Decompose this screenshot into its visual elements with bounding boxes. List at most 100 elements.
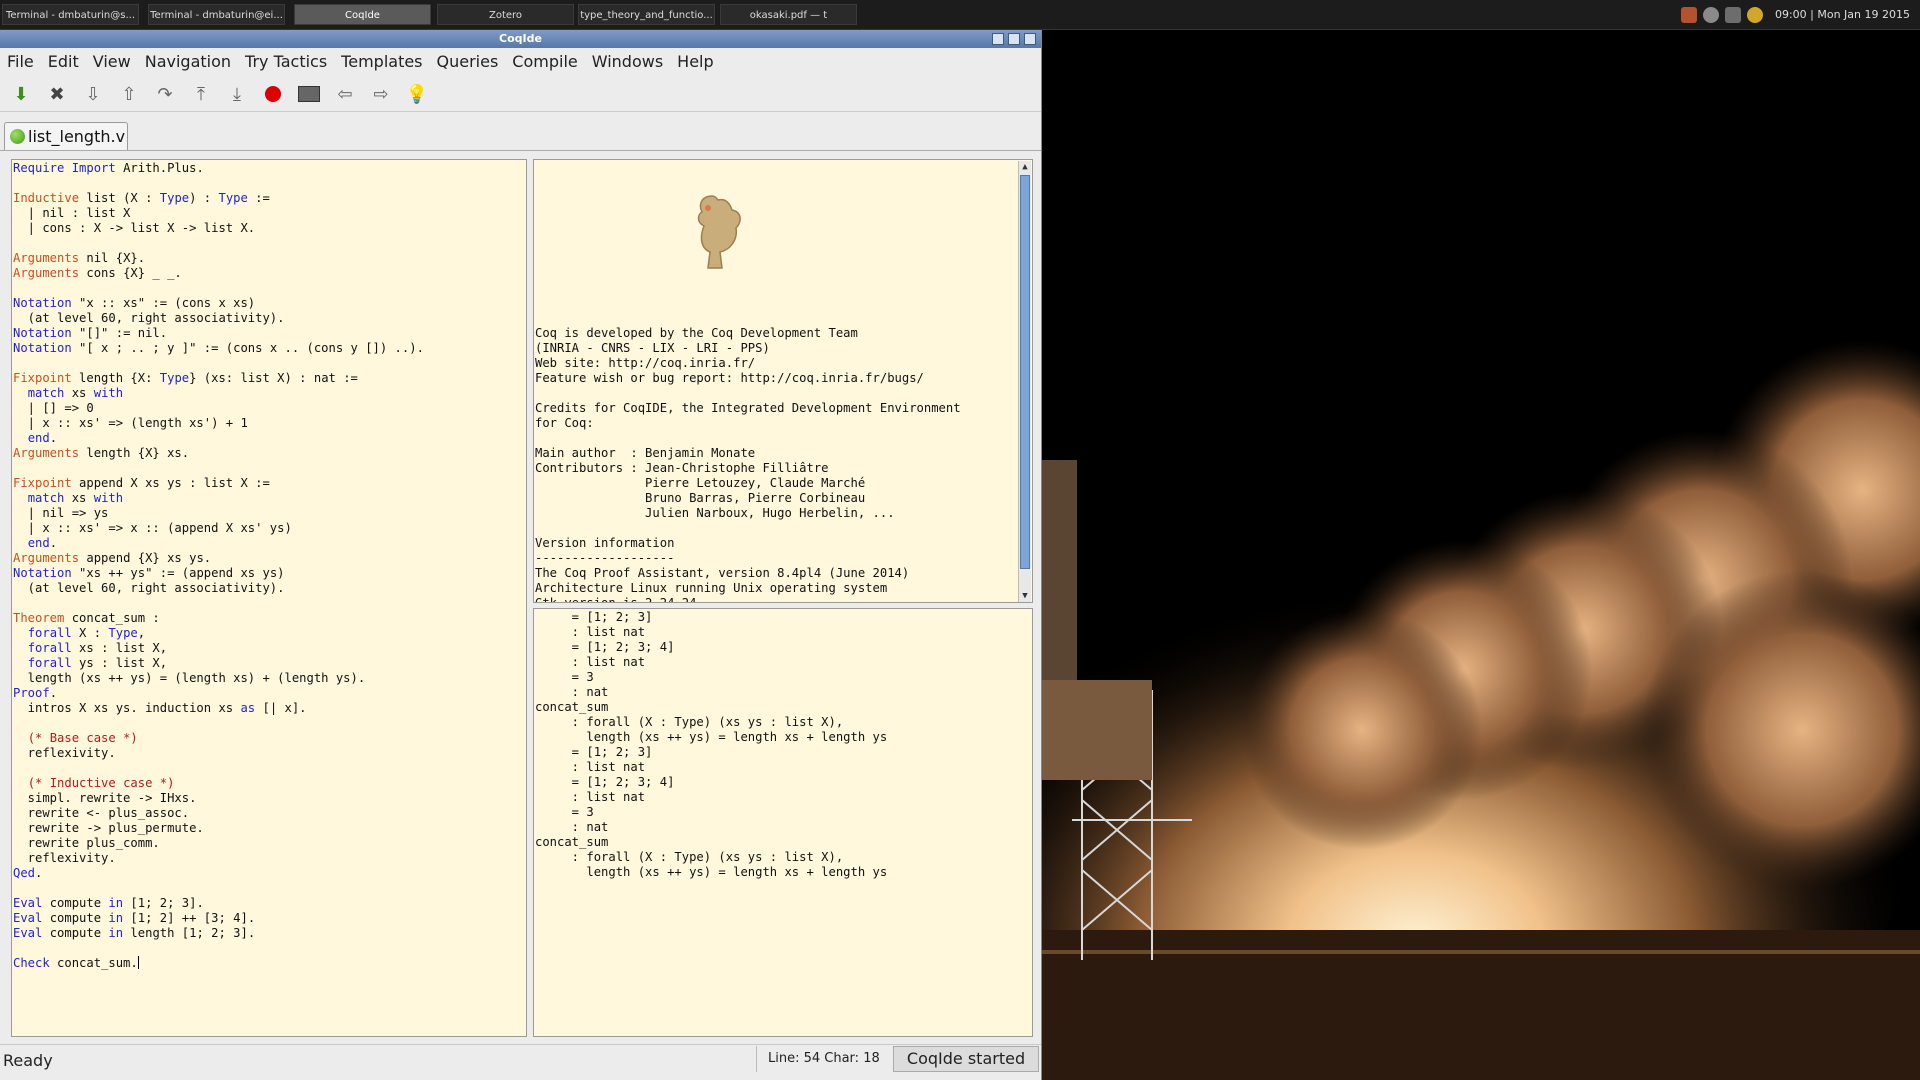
script-line[interactable]: Arguments length {X} xs.	[13, 446, 526, 461]
script-line[interactable]: end.	[13, 536, 526, 551]
script-line[interactable]: (* Base case *)	[13, 731, 526, 746]
script-line[interactable]: match xs with	[13, 491, 526, 506]
script-line[interactable]	[13, 356, 526, 371]
minimize-button[interactable]	[992, 33, 1004, 45]
script-line[interactable]: rewrite plus_comm.	[13, 836, 526, 851]
script-line[interactable]: (* Inductive case *)	[13, 776, 526, 791]
script-line[interactable]: Qed.	[13, 866, 526, 881]
script-line[interactable]: rewrite <- plus_assoc.	[13, 806, 526, 821]
script-line[interactable]: Arguments nil {X}.	[13, 251, 526, 266]
script-line[interactable]	[13, 596, 526, 611]
script-line[interactable]: | nil : list X	[13, 206, 526, 221]
script-line[interactable]: Eval compute in [1; 2; 3].	[13, 896, 526, 911]
script-line[interactable]: Proof.	[13, 686, 526, 701]
goals-pane[interactable]: = [1; 2; 3] : list nat = [1; 2; 3; 4] : …	[533, 608, 1033, 1037]
taskbar-item-terminal-2[interactable]: Terminal - dmbaturin@ei...	[148, 4, 285, 25]
go-to-cursor-icon[interactable]: ↷	[154, 83, 176, 105]
go-to-end-icon[interactable]: ⤓	[226, 83, 248, 105]
messages-scrollbar[interactable]: ▲ ▼	[1018, 161, 1031, 602]
script-line[interactable]: | cons : X -> list X -> list X.	[13, 221, 526, 236]
script-line[interactable]: Notation "x :: xs" := (cons x xs)	[13, 296, 526, 311]
script-line[interactable]: Arguments cons {X} _ _.	[13, 266, 526, 281]
close-icon[interactable]: ✖	[46, 83, 68, 105]
backward-one-icon[interactable]: ⇧	[118, 83, 140, 105]
taskbar-item-coqide[interactable]: CoqIde	[294, 4, 431, 25]
script-line[interactable]: Check concat_sum.	[13, 956, 526, 971]
tab-list-length[interactable]: list_length.v	[4, 122, 128, 150]
script-line[interactable]	[13, 461, 526, 476]
script-line[interactable]: length (xs ++ ys) = (length xs) + (lengt…	[13, 671, 526, 686]
script-line[interactable]: end.	[13, 431, 526, 446]
script-line[interactable]: forall ys : list X,	[13, 656, 526, 671]
taskbar-item-zotero[interactable]: Zotero	[437, 4, 574, 25]
messages-pane[interactable]: Coq is developed by the Coq Development …	[533, 159, 1033, 603]
script-line[interactable]: forall xs : list X,	[13, 641, 526, 656]
menu-file[interactable]: File	[0, 50, 41, 74]
script-line[interactable]: Require Import Arith.Plus.	[13, 161, 526, 176]
scroll-down-icon[interactable]: ▼	[1020, 590, 1030, 602]
clock[interactable]: 09:00 | Mon Jan 19 2015	[1775, 8, 1910, 21]
save-icon[interactable]: ⬇	[10, 83, 32, 105]
network-icon[interactable]	[1702, 6, 1719, 23]
script-line[interactable]: Notation "xs ++ ys" := (append xs ys)	[13, 566, 526, 581]
update-icon[interactable]	[1680, 6, 1697, 23]
script-line[interactable]	[13, 236, 526, 251]
menu-try-tactics[interactable]: Try Tactics	[238, 50, 334, 74]
script-line[interactable]: reflexivity.	[13, 746, 526, 761]
script-line[interactable]: Eval compute in length [1; 2; 3].	[13, 926, 526, 941]
script-line[interactable]: Fixpoint length {X: Type} (xs: list X) :…	[13, 371, 526, 386]
script-line[interactable]	[13, 176, 526, 191]
script-line[interactable]: rewrite -> plus_permute.	[13, 821, 526, 836]
forward-one-icon[interactable]: ⇩	[82, 83, 104, 105]
script-line[interactable]: reflexivity.	[13, 851, 526, 866]
script-line[interactable]: | x :: xs' => x :: (append X xs' ys)	[13, 521, 526, 536]
script-line[interactable]: match xs with	[13, 386, 526, 401]
script-line[interactable]: Theorem concat_sum :	[13, 611, 526, 626]
script-line[interactable]: (at level 60, right associativity).	[13, 581, 526, 596]
next-occurrence-icon[interactable]: ⇨	[370, 83, 392, 105]
taskbar-item-okasaki-pdf[interactable]: okasaki.pdf — t	[720, 4, 857, 25]
maximize-button[interactable]	[1008, 33, 1020, 45]
close-window-button[interactable]	[1024, 33, 1036, 45]
script-line[interactable]: Fixpoint append X xs ys : list X :=	[13, 476, 526, 491]
script-line[interactable]: | [] => 0	[13, 401, 526, 416]
query-pane-icon[interactable]	[298, 83, 320, 105]
previous-occurrence-icon[interactable]: ⇦	[334, 83, 356, 105]
script-line[interactable]	[13, 716, 526, 731]
weather-icon[interactable]	[1746, 6, 1763, 23]
scrollbar-thumb[interactable]	[1020, 175, 1030, 569]
script-line[interactable]: simpl. rewrite -> IHxs.	[13, 791, 526, 806]
chat-icon[interactable]	[1724, 6, 1741, 23]
menu-view[interactable]: View	[86, 50, 138, 74]
script-line[interactable]	[13, 941, 526, 956]
script-line[interactable]: Notation "[]" := nil.	[13, 326, 526, 341]
interrupt-icon[interactable]	[262, 83, 284, 105]
script-line[interactable]	[13, 761, 526, 776]
script-line[interactable]: (at level 60, right associativity).	[13, 311, 526, 326]
script-line[interactable]	[13, 881, 526, 896]
menu-queries[interactable]: Queries	[430, 50, 506, 74]
script-line[interactable]: forall X : Type,	[13, 626, 526, 641]
hint-icon[interactable]: 💡	[406, 83, 428, 105]
menu-templates[interactable]: Templates	[334, 50, 429, 74]
script-code[interactable]: Require Import Arith.Plus. Inductive list…	[13, 161, 526, 971]
script-line[interactable]: intros X xs ys. induction xs as [| x].	[13, 701, 526, 716]
menu-windows[interactable]: Windows	[585, 50, 670, 74]
menu-help[interactable]: Help	[670, 50, 720, 74]
script-line[interactable]: Eval compute in [1; 2] ++ [3; 4].	[13, 911, 526, 926]
menu-compile[interactable]: Compile	[505, 50, 584, 74]
script-line[interactable]: Inductive list (X : Type) : Type :=	[13, 191, 526, 206]
script-editor[interactable]: Require Import Arith.Plus. Inductive list…	[11, 159, 527, 1037]
script-line[interactable]: Arguments append {X} xs ys.	[13, 551, 526, 566]
taskbar-item-terminal-1[interactable]: Terminal - dmbaturin@s...	[2, 4, 139, 25]
taskbar-item-type-theory-pdf[interactable]: type_theory_and_functio...	[578, 4, 715, 25]
menu-edit[interactable]: Edit	[41, 50, 86, 74]
script-line[interactable]	[13, 281, 526, 296]
script-line[interactable]: | x :: xs' => (length xs') + 1	[13, 416, 526, 431]
scroll-up-icon[interactable]: ▲	[1020, 161, 1030, 173]
window-titlebar[interactable]: CoqIde	[0, 30, 1041, 48]
restart-icon[interactable]: ⤒	[190, 83, 212, 105]
menu-navigation[interactable]: Navigation	[138, 50, 238, 74]
script-line[interactable]: | nil => ys	[13, 506, 526, 521]
script-line[interactable]: Notation "[ x ; .. ; y ]" := (cons x .. …	[13, 341, 526, 356]
